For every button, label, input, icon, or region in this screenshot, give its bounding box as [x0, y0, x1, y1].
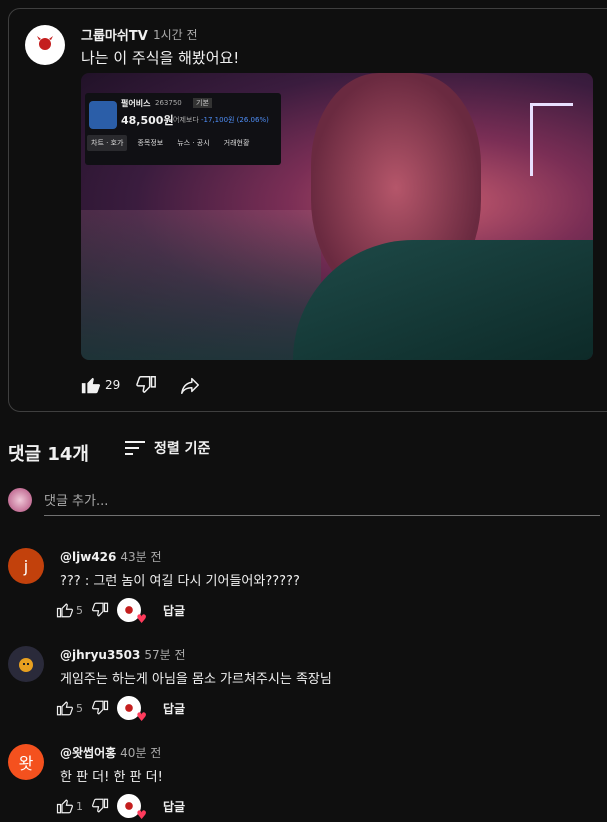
stock-tab: 뉴스 · 공시 — [177, 139, 210, 147]
sort-icon — [125, 441, 145, 455]
post-time[interactable]: 1시간 전 — [153, 26, 198, 43]
commenter-avatar[interactable]: j — [8, 548, 44, 584]
stock-tab: 종목정보 — [137, 139, 164, 147]
comment-actions: 1 ♥ 답글 — [56, 792, 185, 822]
neon-light — [530, 103, 573, 176]
comment-like-count: 1 — [76, 799, 83, 813]
like-button[interactable] — [77, 371, 105, 399]
stock-tab: 차트 · 호가 — [87, 135, 128, 151]
stock-price: 48,500원 — [121, 114, 174, 127]
stock-name: 펄어비스 — [121, 99, 151, 108]
creator-heart: ♥ — [117, 794, 147, 822]
comment-text: 게임주는 하는게 아님을 몸소 가르쳐주시는 족장님 — [60, 672, 332, 687]
sort-label: 정렬 기준 — [154, 441, 211, 457]
post-text: 나는 이 주식을 해봤어요! — [81, 49, 240, 67]
commenter-avatar[interactable] — [8, 646, 44, 682]
creator-heart: ♥ — [117, 696, 147, 724]
share-icon — [181, 377, 200, 394]
commenter-avatar[interactable]: 왓 — [8, 744, 44, 780]
comment-author-name[interactable]: @ljw426 — [60, 550, 116, 564]
devil-logo-icon — [125, 802, 133, 810]
dislike-button[interactable] — [132, 371, 160, 399]
thumbs-up-icon — [81, 377, 101, 394]
stock-code: 263750 — [155, 99, 182, 107]
comment-actions: 5 ♥ 답글 — [56, 694, 185, 724]
comment-author-name[interactable]: @jhryu3503 — [60, 648, 140, 662]
thumbs-down-icon[interactable] — [91, 797, 109, 815]
comment-text: 한 판 더! 한 판 더! — [60, 770, 163, 785]
comment-author[interactable]: @왓썹어홍 40분 전 — [60, 744, 161, 761]
comment-like-count: 5 — [76, 603, 83, 617]
add-comment-input[interactable]: 댓글 추가... — [44, 490, 600, 516]
stock-panel: 펄어비스 263750 기본 48,500원 어제보다 -17,100원 (26… — [85, 93, 281, 165]
stock-logo-icon — [89, 101, 117, 129]
thumbs-down-icon — [136, 376, 157, 393]
stock-tag: 기본 — [193, 98, 212, 108]
thumbs-up-icon[interactable] — [56, 601, 74, 619]
channel-logo — [34, 36, 56, 54]
comment-time[interactable]: 43분 전 — [120, 550, 161, 564]
channel-avatar[interactable] — [25, 25, 65, 65]
heart-icon: ♥ — [136, 710, 147, 724]
like-count: 29 — [105, 378, 121, 392]
creator-heart: ♥ — [117, 598, 147, 626]
stock-change-label: 어제보다 — [173, 116, 199, 124]
character-avatar-icon — [19, 658, 33, 672]
stock-tabs: 차트 · 호가 종목정보 뉴스 · 공시 거래현황 — [87, 135, 253, 151]
comment-author[interactable]: @jhryu3503 57분 전 — [60, 646, 186, 663]
comment-time[interactable]: 57분 전 — [144, 648, 185, 662]
sort-button[interactable]: 정렬 기준 — [124, 438, 210, 458]
thumbs-up-icon[interactable] — [56, 699, 74, 717]
post-card: 그룹마쉬TV 1시간 전 나는 이 주식을 해봤어요! 펄어비스 263750 … — [8, 8, 607, 412]
comment-time[interactable]: 40분 전 — [120, 746, 161, 760]
post-actions: 29 — [77, 371, 204, 399]
devil-logo-icon — [37, 36, 53, 50]
reply-button[interactable]: 답글 — [163, 798, 185, 815]
devil-logo-icon — [125, 704, 133, 712]
devil-logo-icon — [125, 606, 133, 614]
thumbs-down-icon[interactable] — [91, 601, 109, 619]
comment-actions: 5 ♥ 답글 — [56, 596, 185, 626]
stock-change: -17,100원 (26.06%) — [201, 116, 269, 124]
comment-author[interactable]: @ljw426 43분 전 — [60, 548, 162, 565]
channel-name[interactable]: 그룹마쉬TV — [81, 25, 148, 44]
comments-count-title: 댓글 14개 — [8, 444, 89, 465]
comment-text: ??? : 그런 놈이 여길 다시 기어들어와????? — [60, 574, 300, 589]
post-image[interactable]: 펄어비스 263750 기본 48,500원 어제보다 -17,100원 (26… — [81, 73, 593, 360]
comment-like-count: 5 — [76, 701, 83, 715]
crowd-background — [81, 210, 321, 360]
comment-author-name[interactable]: @왓썹어홍 — [60, 746, 116, 760]
thumbs-down-icon[interactable] — [91, 699, 109, 717]
share-button[interactable] — [176, 371, 204, 399]
my-avatar — [8, 488, 32, 512]
reply-button[interactable]: 답글 — [163, 602, 185, 619]
heart-icon: ♥ — [136, 612, 147, 626]
thumbs-up-icon[interactable] — [56, 797, 74, 815]
stock-tab: 거래현황 — [223, 139, 250, 147]
reply-button[interactable]: 답글 — [163, 700, 185, 717]
